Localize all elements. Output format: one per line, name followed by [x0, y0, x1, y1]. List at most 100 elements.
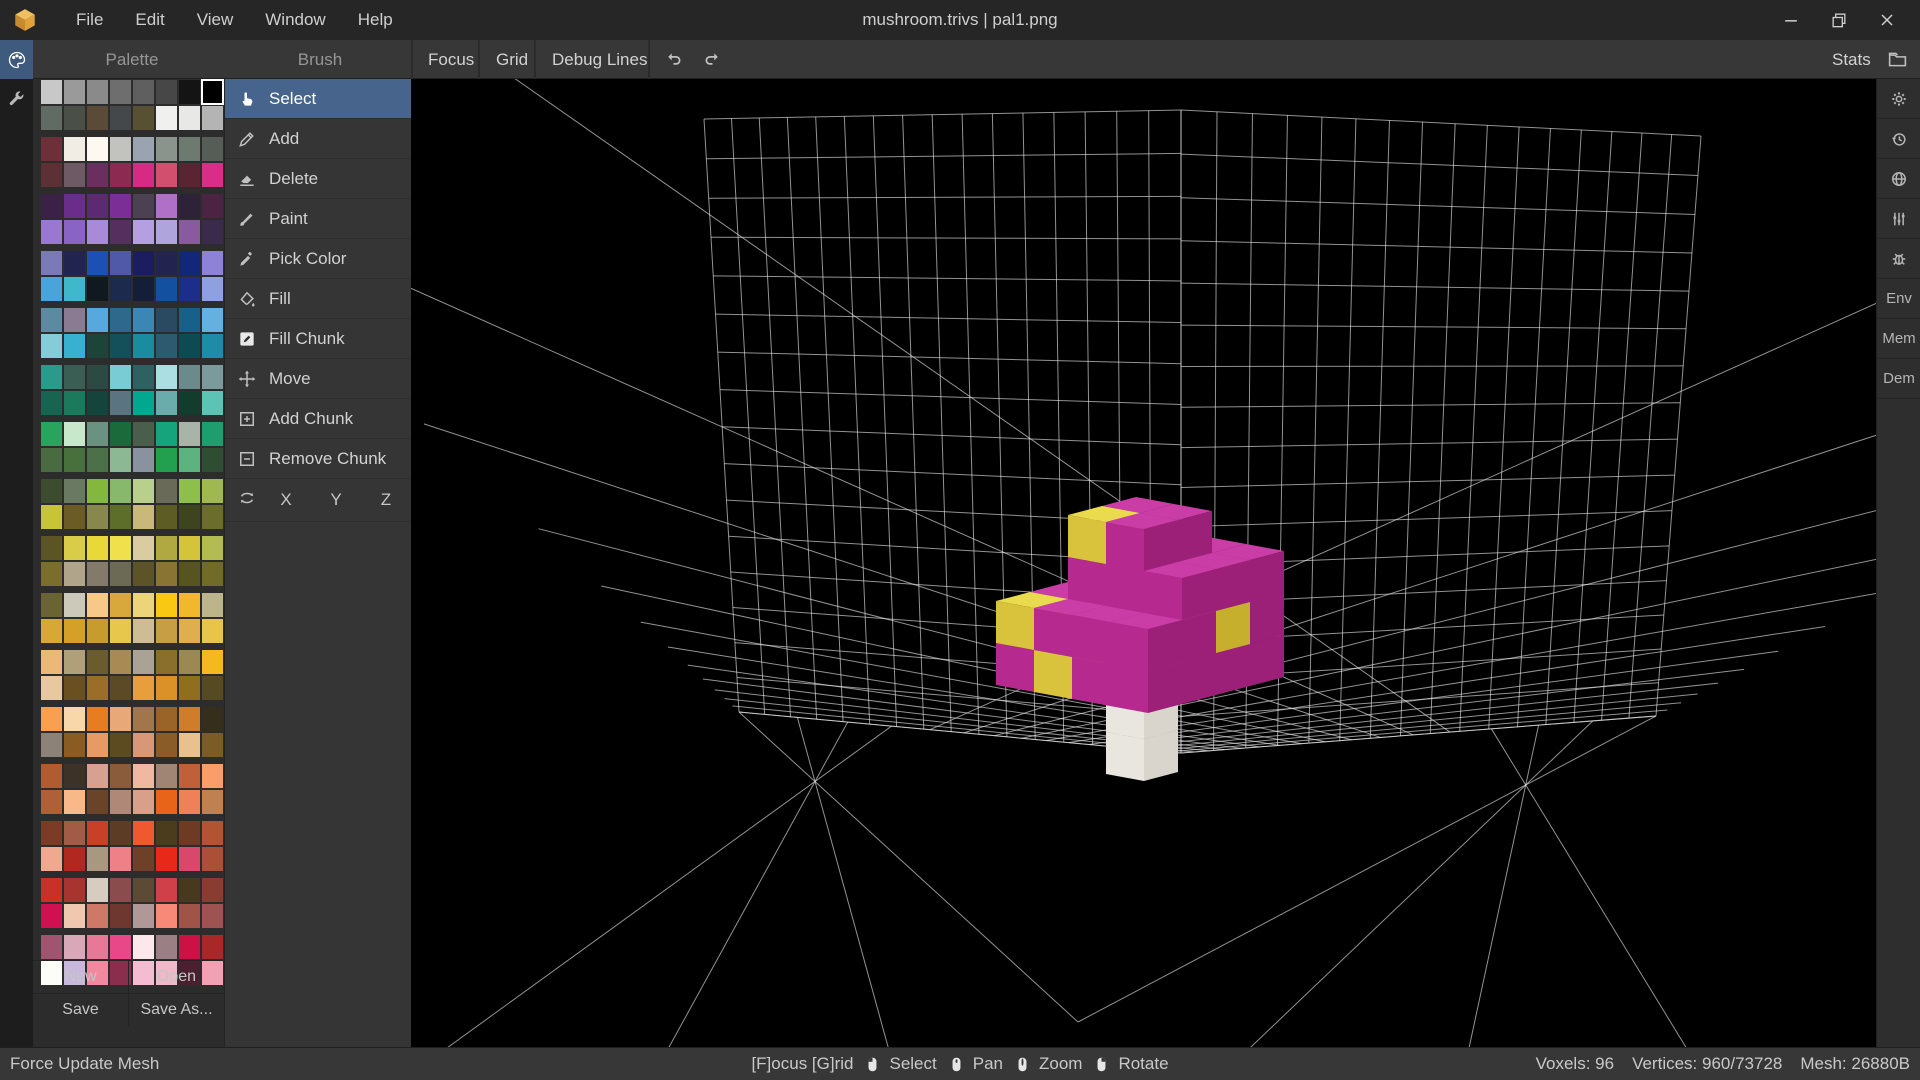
- palette-swatch[interactable]: [202, 935, 223, 959]
- palette-swatch[interactable]: [179, 448, 200, 472]
- palette-swatch[interactable]: [110, 163, 131, 187]
- palette-swatch[interactable]: [156, 935, 177, 959]
- palette-swatch[interactable]: [156, 251, 177, 275]
- palette-swatch[interactable]: [179, 562, 200, 586]
- palette-swatch[interactable]: [133, 220, 154, 244]
- palette-swatch[interactable]: [202, 764, 223, 788]
- palette-swatch[interactable]: [133, 163, 154, 187]
- palette-swatch[interactable]: [110, 707, 131, 731]
- palette-swatch[interactable]: [133, 308, 154, 332]
- viewport-3d[interactable]: [411, 79, 1876, 1047]
- palette-swatch[interactable]: [156, 365, 177, 389]
- palette-swatch[interactable]: [110, 676, 131, 700]
- brush-tool-paint[interactable]: Paint: [225, 199, 411, 239]
- palette-swatch[interactable]: [64, 80, 85, 104]
- palette-swatch[interactable]: [110, 220, 131, 244]
- palette-swatch[interactable]: [87, 163, 108, 187]
- save-button[interactable]: Save: [33, 994, 129, 1026]
- palette-swatch[interactable]: [110, 479, 131, 503]
- palette-swatch[interactable]: [202, 106, 223, 130]
- palette-swatch[interactable]: [110, 733, 131, 757]
- palette-swatch[interactable]: [202, 676, 223, 700]
- palette-swatch[interactable]: [133, 479, 154, 503]
- palette-swatch[interactable]: [156, 821, 177, 845]
- palette-swatch[interactable]: [41, 733, 62, 757]
- palette-swatch[interactable]: [41, 448, 62, 472]
- palette-swatch[interactable]: [41, 935, 62, 959]
- brush-tool-add-chunk[interactable]: Add Chunk: [225, 399, 411, 439]
- palette-swatch[interactable]: [41, 479, 62, 503]
- palette-swatch[interactable]: [133, 505, 154, 529]
- palette-swatch[interactable]: [202, 650, 223, 674]
- palette-swatch[interactable]: [110, 334, 131, 358]
- palette-swatch[interactable]: [156, 676, 177, 700]
- palette-swatch[interactable]: [64, 878, 85, 902]
- palette-swatch[interactable]: [202, 194, 223, 218]
- palette-swatch[interactable]: [110, 448, 131, 472]
- palette-swatch[interactable]: [156, 80, 177, 104]
- palette-swatch[interactable]: [64, 847, 85, 871]
- palette-swatch[interactable]: [179, 878, 200, 902]
- palette-swatch[interactable]: [110, 106, 131, 130]
- folder-icon[interactable]: [1878, 40, 1916, 79]
- palette-dock-icon[interactable]: [0, 40, 33, 79]
- redo-icon[interactable]: [693, 40, 731, 79]
- palette-swatch[interactable]: [156, 422, 177, 446]
- palette-swatch[interactable]: [64, 308, 85, 332]
- palette-swatch[interactable]: [133, 821, 154, 845]
- new-button[interactable]: New: [33, 961, 129, 993]
- palette-swatch[interactable]: [202, 308, 223, 332]
- palette-swatch[interactable]: [202, 277, 223, 301]
- palette-swatch[interactable]: [133, 904, 154, 928]
- palette-swatch[interactable]: [179, 619, 200, 643]
- palette-swatch[interactable]: [110, 562, 131, 586]
- palette-swatch[interactable]: [133, 277, 154, 301]
- palette-swatch[interactable]: [87, 619, 108, 643]
- dock-tab-env[interactable]: Env: [1877, 279, 1920, 319]
- palette-swatch[interactable]: [133, 422, 154, 446]
- palette-swatch[interactable]: [64, 536, 85, 560]
- palette-swatch[interactable]: [202, 619, 223, 643]
- palette-swatch[interactable]: [87, 277, 108, 301]
- palette-swatch[interactable]: [202, 821, 223, 845]
- brush-tool-fill-chunk[interactable]: Fill Chunk: [225, 319, 411, 359]
- palette-swatch[interactable]: [110, 137, 131, 161]
- palette-swatch[interactable]: [179, 308, 200, 332]
- palette-swatch[interactable]: [64, 790, 85, 814]
- palette-swatch[interactable]: [64, 479, 85, 503]
- palette-swatch[interactable]: [41, 562, 62, 586]
- minimize-button-icon[interactable]: [1774, 6, 1808, 34]
- palette-swatch[interactable]: [179, 163, 200, 187]
- palette-swatch[interactable]: [64, 365, 85, 389]
- palette-swatch[interactable]: [202, 707, 223, 731]
- palette-swatch[interactable]: [179, 935, 200, 959]
- menu-view[interactable]: View: [183, 4, 248, 36]
- palette-swatch[interactable]: [110, 422, 131, 446]
- palette-swatch[interactable]: [110, 391, 131, 415]
- palette-swatch[interactable]: [156, 220, 177, 244]
- palette-swatch[interactable]: [202, 562, 223, 586]
- palette-swatch[interactable]: [110, 80, 131, 104]
- palette-swatch[interactable]: [41, 308, 62, 332]
- palette-swatch[interactable]: [41, 904, 62, 928]
- brush-tool-select[interactable]: Select: [225, 79, 411, 119]
- palette-swatch[interactable]: [133, 251, 154, 275]
- debug-lines-button[interactable]: Debug Lines: [538, 40, 661, 79]
- palette-swatch[interactable]: [87, 847, 108, 871]
- palette-swatch[interactable]: [87, 106, 108, 130]
- palette-swatch[interactable]: [64, 334, 85, 358]
- palette-swatch[interactable]: [41, 619, 62, 643]
- palette-swatch[interactable]: [179, 707, 200, 731]
- palette-swatch[interactable]: [179, 334, 200, 358]
- menu-file[interactable]: File: [62, 4, 117, 36]
- palette-swatch[interactable]: [64, 194, 85, 218]
- undo-icon[interactable]: [654, 40, 692, 79]
- palette-swatch[interactable]: [87, 137, 108, 161]
- brush-tool-remove-chunk[interactable]: Remove Chunk: [225, 439, 411, 479]
- palette-swatch[interactable]: [110, 505, 131, 529]
- palette-swatch[interactable]: [202, 365, 223, 389]
- sliders-icon[interactable]: [1877, 199, 1920, 239]
- palette-swatch[interactable]: [64, 505, 85, 529]
- palette-swatch[interactable]: [64, 106, 85, 130]
- palette-swatch[interactable]: [202, 904, 223, 928]
